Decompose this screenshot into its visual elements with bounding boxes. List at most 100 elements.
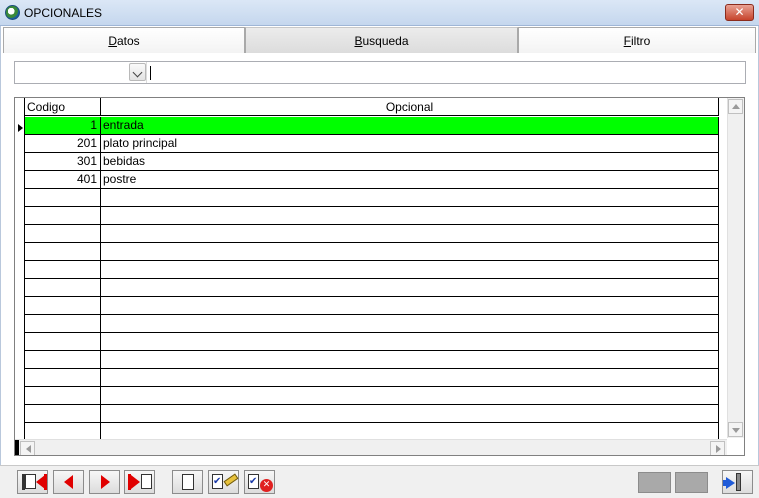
last-record-button[interactable] bbox=[124, 470, 155, 494]
chevron-down-icon[interactable] bbox=[129, 63, 146, 81]
previous-record-button[interactable] bbox=[53, 470, 84, 494]
cell-opcional[interactable] bbox=[101, 315, 719, 333]
scroll-right-icon[interactable] bbox=[710, 441, 725, 455]
tab-busqueda-label: usqueda bbox=[362, 34, 409, 48]
empty-table-row[interactable] bbox=[25, 207, 719, 225]
cell-codigo[interactable] bbox=[25, 387, 101, 405]
data-grid: Codigo Opcional 1 entrada 201 plato princip… bbox=[14, 97, 745, 456]
tab-filtro-accel: F bbox=[623, 34, 631, 48]
row-indicator-column bbox=[15, 98, 25, 439]
tab-datos[interactable]: Datos bbox=[3, 27, 245, 53]
first-record-bar-icon bbox=[44, 474, 47, 490]
scroll-left-icon[interactable] bbox=[20, 441, 35, 455]
cell-codigo[interactable]: 401 bbox=[25, 171, 101, 189]
cell-codigo[interactable] bbox=[25, 279, 101, 297]
table-row[interactable]: 301 bebidas bbox=[25, 153, 719, 171]
empty-table-row[interactable] bbox=[25, 279, 719, 297]
grid-header: Codigo Opcional bbox=[25, 98, 719, 116]
cell-opcional[interactable] bbox=[101, 189, 719, 207]
navigation-toolbar: ✔ ✔ ✕ bbox=[0, 465, 759, 498]
new-document-icon bbox=[182, 474, 194, 490]
cell-opcional[interactable]: plato principal bbox=[101, 135, 719, 153]
search-input[interactable] bbox=[150, 66, 151, 80]
cell-opcional[interactable]: entrada bbox=[101, 117, 719, 135]
cell-codigo[interactable] bbox=[25, 243, 101, 261]
empty-table-row[interactable] bbox=[25, 225, 719, 243]
cell-opcional[interactable] bbox=[101, 405, 719, 423]
table-row[interactable]: 401 postre bbox=[25, 171, 719, 189]
empty-table-row[interactable] bbox=[25, 243, 719, 261]
empty-table-row[interactable] bbox=[25, 369, 719, 387]
search-field-select[interactable] bbox=[15, 62, 147, 83]
delete-x-icon: ✕ bbox=[260, 479, 273, 492]
empty-table-row[interactable] bbox=[25, 387, 719, 405]
table-row[interactable]: 201 plato principal bbox=[25, 135, 719, 153]
column-header-opcional[interactable]: Opcional bbox=[101, 98, 719, 116]
cell-codigo[interactable] bbox=[25, 405, 101, 423]
empty-table-row[interactable] bbox=[25, 351, 719, 369]
empty-table-row[interactable] bbox=[25, 405, 719, 423]
last-record-doc-icon bbox=[141, 474, 152, 489]
cell-opcional[interactable] bbox=[101, 333, 719, 351]
cell-opcional[interactable] bbox=[101, 225, 719, 243]
pencil-icon bbox=[223, 473, 239, 487]
cell-codigo[interactable] bbox=[25, 297, 101, 315]
empty-table-row[interactable] bbox=[25, 315, 719, 333]
cell-codigo[interactable] bbox=[25, 369, 101, 387]
delete-check-icon: ✔ bbox=[249, 476, 258, 487]
cancel-button[interactable] bbox=[675, 472, 708, 493]
scroll-up-icon[interactable] bbox=[728, 99, 743, 114]
cell-opcional[interactable] bbox=[101, 279, 719, 297]
cell-codigo[interactable] bbox=[25, 333, 101, 351]
current-row-indicator-icon bbox=[18, 124, 23, 132]
tab-datos-accel: D bbox=[108, 34, 117, 48]
first-record-button[interactable] bbox=[17, 470, 48, 494]
empty-table-row[interactable] bbox=[25, 297, 719, 315]
cell-codigo[interactable] bbox=[25, 207, 101, 225]
cell-codigo[interactable] bbox=[25, 189, 101, 207]
cell-codigo[interactable]: 201 bbox=[25, 135, 101, 153]
cell-opcional[interactable] bbox=[101, 261, 719, 279]
cell-codigo[interactable] bbox=[25, 315, 101, 333]
window-title: OPCIONALES bbox=[24, 6, 103, 20]
exit-arrow-icon bbox=[726, 477, 735, 489]
next-record-icon bbox=[101, 475, 110, 489]
next-record-button[interactable] bbox=[89, 470, 120, 494]
cell-opcional[interactable] bbox=[101, 297, 719, 315]
scroll-down-icon[interactable] bbox=[728, 422, 743, 437]
cell-opcional[interactable]: postre bbox=[101, 171, 719, 189]
first-record-doc-icon bbox=[25, 474, 36, 489]
cell-codigo[interactable]: 1 bbox=[25, 117, 101, 135]
cell-opcional[interactable] bbox=[101, 369, 719, 387]
cell-opcional[interactable] bbox=[101, 243, 719, 261]
cell-opcional[interactable] bbox=[101, 207, 719, 225]
cell-opcional[interactable]: bebidas bbox=[101, 153, 719, 171]
tab-filtro[interactable]: Filtro bbox=[518, 27, 756, 53]
exit-button[interactable] bbox=[722, 470, 753, 494]
empty-table-row[interactable] bbox=[25, 333, 719, 351]
last-record-icon bbox=[131, 475, 140, 489]
close-button[interactable]: ✕ bbox=[725, 4, 754, 21]
cell-codigo[interactable] bbox=[25, 351, 101, 369]
table-row[interactable]: 1 entrada bbox=[25, 117, 719, 135]
cell-opcional[interactable] bbox=[101, 387, 719, 405]
cell-codigo[interactable] bbox=[25, 225, 101, 243]
tab-filtro-label: iltro bbox=[631, 34, 651, 48]
empty-table-row[interactable] bbox=[25, 189, 719, 207]
save-button[interactable] bbox=[638, 472, 671, 493]
cell-codigo[interactable] bbox=[25, 261, 101, 279]
horizontal-scrollbar[interactable] bbox=[15, 439, 727, 455]
delete-record-button[interactable]: ✔ ✕ bbox=[244, 470, 275, 494]
vertical-scrollbar[interactable] bbox=[727, 98, 744, 438]
cell-opcional[interactable] bbox=[101, 351, 719, 369]
edit-record-button[interactable]: ✔ bbox=[208, 470, 239, 494]
app-icon bbox=[5, 5, 20, 20]
scroll-corner-marker bbox=[15, 440, 19, 455]
door-icon bbox=[736, 473, 741, 491]
column-header-codigo[interactable]: Codigo bbox=[25, 98, 101, 116]
tab-datos-label: atos bbox=[116, 34, 140, 48]
new-record-button[interactable] bbox=[172, 470, 203, 494]
cell-codigo[interactable]: 301 bbox=[25, 153, 101, 171]
tab-busqueda[interactable]: Busqueda bbox=[245, 27, 518, 53]
empty-table-row[interactable] bbox=[25, 261, 719, 279]
